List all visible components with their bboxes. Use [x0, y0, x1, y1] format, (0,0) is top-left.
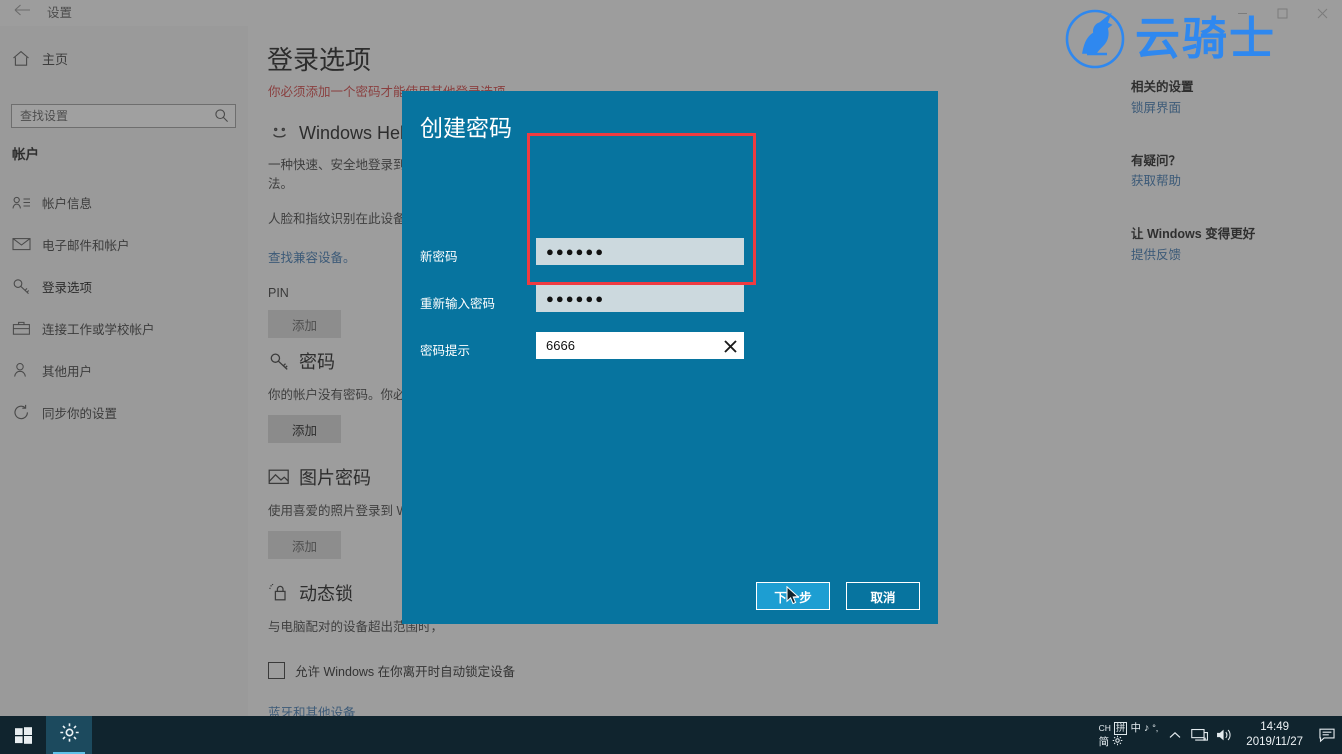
minimize-button[interactable]	[1222, 0, 1262, 26]
dialog-title: 创建密码	[420, 115, 512, 141]
next-button[interactable]: 下一步	[756, 582, 830, 610]
search-icon	[214, 108, 230, 124]
window-title: 设置	[47, 6, 73, 20]
taskbar-app-settings[interactable]	[46, 716, 92, 754]
clock-time: 14:49	[1260, 721, 1290, 733]
new-password-label: 新密码	[420, 250, 458, 264]
give-feedback-link[interactable]: 提供反馈	[1131, 244, 1181, 263]
home-icon	[12, 50, 42, 67]
password-add-button[interactable]: 添加	[268, 415, 341, 443]
lock-screen-link[interactable]: 锁屏界面	[1131, 97, 1181, 116]
sidebar-item-home[interactable]: 主页	[0, 41, 248, 75]
rail-heading: 让 Windows 变得更好	[1131, 227, 1256, 241]
new-password-input[interactable]	[536, 238, 744, 265]
sidebar-item-other-users[interactable]: 其他用户	[0, 349, 248, 391]
search-input[interactable]	[12, 105, 212, 127]
dynamic-lock-icon	[268, 582, 290, 604]
bluetooth-devices-link[interactable]: 蓝牙和其他设备	[268, 702, 828, 716]
related-settings-rail: 相关的设置 锁屏界面 有疑问？ 获取帮助 让 Windows 变得更好 提供反馈	[1058, 26, 1342, 716]
sidebar-item-label: 电子邮件和帐户	[42, 238, 130, 253]
system-tray: CH 拼 中 ♪ °, 简 14:49 2019/11/27	[1099, 716, 1342, 754]
dynamic-lock-checkbox-label: 允许 Windows 在你离开时自动锁定设备	[295, 665, 516, 679]
reenter-password-input[interactable]	[536, 285, 744, 312]
clock-date: 2019/11/27	[1246, 736, 1303, 748]
section-title: Windows Hello	[299, 122, 419, 143]
ime-punct-label: ♪	[1143, 721, 1150, 734]
ime-simplified-label: 简	[1098, 735, 1110, 748]
cancel-button[interactable]: 取消	[846, 582, 920, 610]
window-controls	[1222, 0, 1342, 26]
sidebar-item-label: 登录选项	[42, 280, 93, 295]
close-button[interactable]	[1302, 0, 1342, 26]
reenter-password-label: 重新输入密码	[420, 297, 496, 311]
pin-add-button[interactable]: 添加	[268, 310, 341, 338]
sync-icon	[12, 403, 42, 421]
settings-gear-icon	[59, 722, 80, 748]
sidebar-item-sync-settings[interactable]: 同步你的设置	[0, 391, 248, 433]
ime-lang-label: CH	[1098, 722, 1111, 733]
rail-heading: 相关的设置	[1131, 80, 1194, 94]
key-icon	[268, 350, 290, 372]
maximize-button[interactable]	[1262, 0, 1302, 26]
ime-mode-label: 中	[1130, 721, 1141, 734]
screen: 设置 主页 查找设置 帐户 帐户信息 电子邮件和帐户 登录选项 连接工作或学校帐…	[0, 0, 1342, 754]
sidebar: 主页 帐户	[0, 26, 248, 716]
clear-x-icon[interactable]	[721, 337, 739, 355]
mail-icon	[12, 235, 42, 253]
action-center-icon[interactable]	[1312, 716, 1342, 754]
section-title: 密码	[299, 352, 335, 372]
rail-heading: 有疑问？	[1131, 154, 1182, 168]
picture-icon	[268, 466, 290, 488]
windows-start-icon[interactable]	[0, 716, 46, 754]
ime-dot-label: °,	[1152, 722, 1159, 733]
back-arrow-icon[interactable]	[10, 1, 36, 25]
ime-pinyin-label: 拼	[1113, 721, 1128, 735]
page-title: 登录选项	[267, 45, 372, 75]
smiley-icon	[268, 122, 290, 144]
password-hint-input[interactable]	[536, 332, 744, 359]
section-title: 图片密码	[299, 468, 371, 488]
ime-indicator[interactable]: CH 拼 中 ♪ °, 简	[1098, 721, 1159, 750]
volume-icon[interactable]	[1212, 716, 1237, 754]
gear-icon[interactable]	[1112, 735, 1123, 750]
dynamic-lock-checkbox-row[interactable]: 允许 Windows 在你离开时自动锁定设备	[268, 661, 828, 680]
title-bar: 设置	[0, 0, 1342, 26]
section-title: 动态锁	[299, 584, 353, 604]
briefcase-icon	[12, 319, 42, 337]
sidebar-item-label: 连接工作或学校帐户	[42, 322, 155, 337]
sidebar-item-work-school-account[interactable]: 连接工作或学校帐户	[0, 307, 248, 349]
sidebar-item-account-info[interactable]: 帐户信息	[0, 181, 248, 223]
search-box[interactable]	[11, 104, 236, 128]
clock[interactable]: 14:49 2019/11/27	[1237, 720, 1312, 750]
sidebar-item-label: 其他用户	[42, 364, 93, 379]
get-help-link[interactable]: 获取帮助	[1131, 170, 1181, 189]
picture-password-add-button[interactable]: 添加	[268, 531, 341, 559]
key-icon	[12, 277, 42, 295]
sidebar-nav-list: 帐户信息 电子邮件和帐户 登录选项 连接工作或学校帐户 其他用户 同步你的设置	[0, 181, 248, 433]
sidebar-item-label: 同步你的设置	[42, 406, 118, 421]
chevron-up-icon[interactable]	[1162, 716, 1187, 754]
person-icon	[12, 361, 42, 379]
sidebar-home-label: 主页	[42, 51, 69, 67]
dynamic-lock-checkbox[interactable]	[268, 662, 285, 679]
account-info-icon	[12, 193, 42, 211]
network-icon[interactable]	[1187, 716, 1212, 754]
sidebar-item-label: 帐户信息	[42, 196, 93, 211]
create-password-dialog: 创建密码 新密码 重新输入密码 密码提示 下一步 取消	[402, 91, 938, 624]
password-hint-label: 密码提示	[420, 344, 471, 358]
sidebar-item-signin-options[interactable]: 登录选项	[0, 265, 248, 307]
sidebar-item-email-accounts[interactable]: 电子邮件和帐户	[0, 223, 248, 265]
sidebar-section-title: 帐户	[12, 147, 39, 162]
